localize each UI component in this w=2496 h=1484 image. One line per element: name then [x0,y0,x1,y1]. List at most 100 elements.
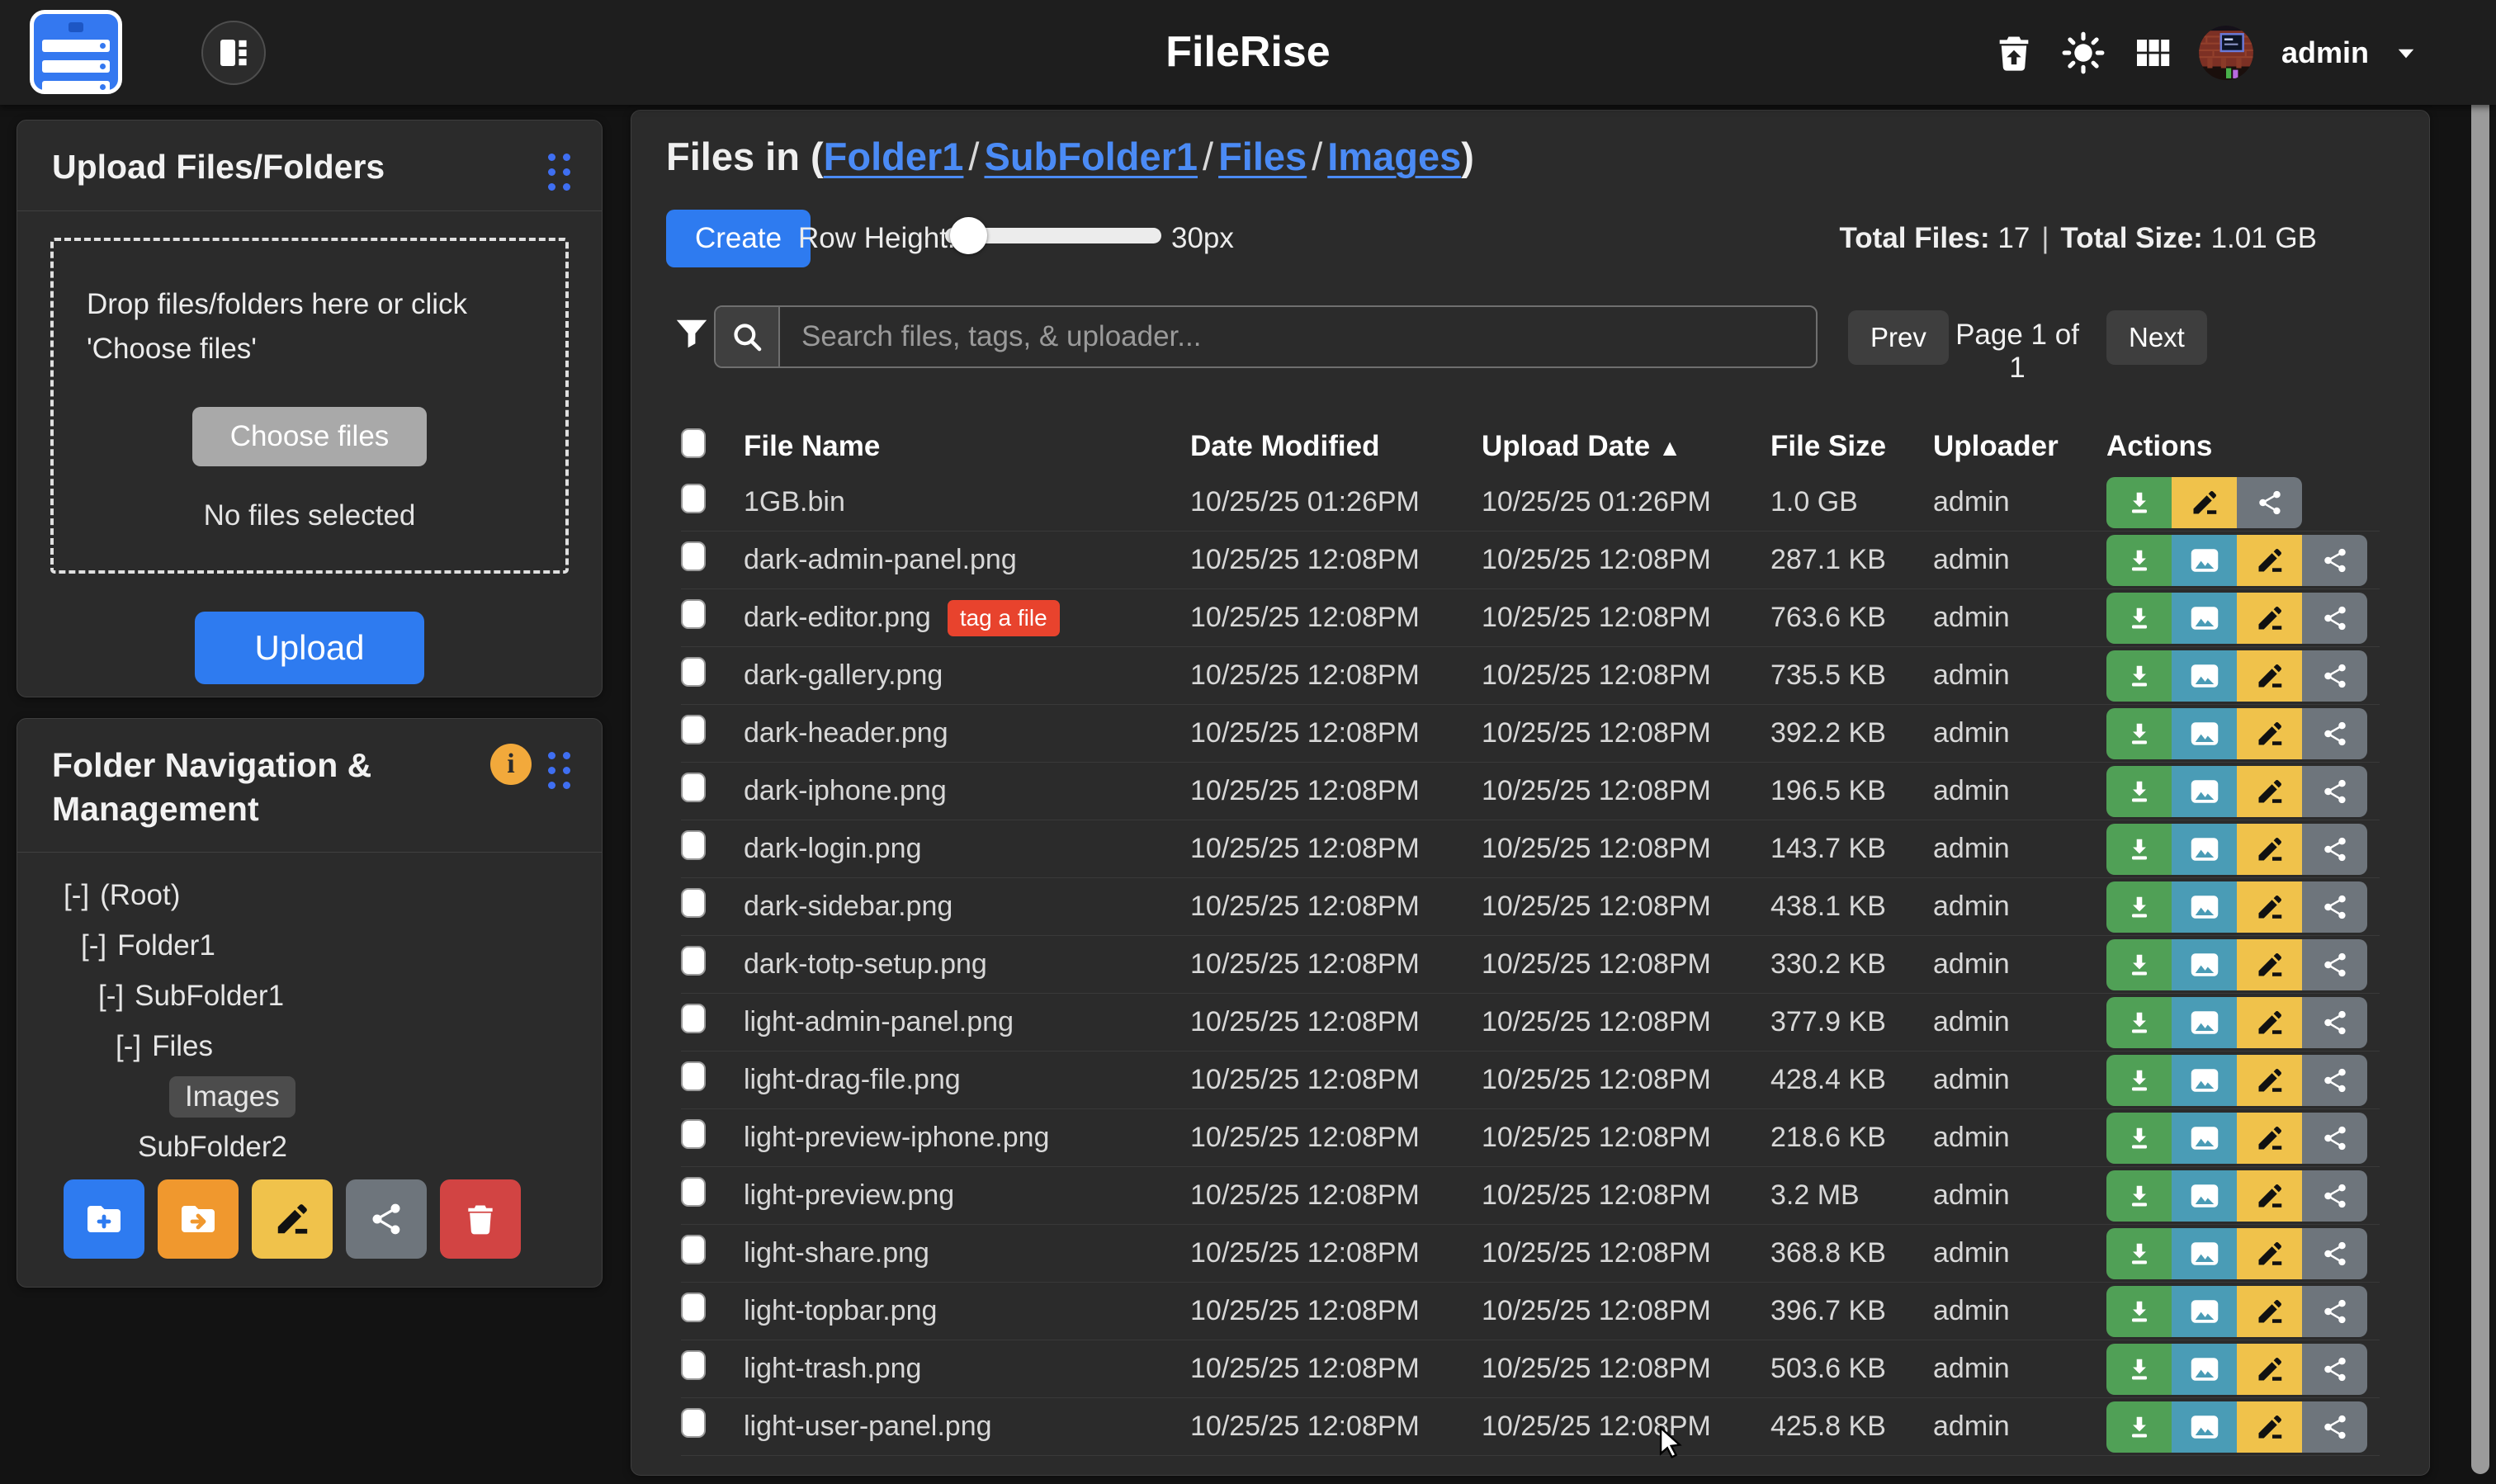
theme-toggle-button[interactable] [2060,30,2106,76]
preview-button[interactable] [2172,1113,2237,1164]
file-dropzone[interactable]: Drop files/folders here or click 'Choose… [50,238,569,574]
row-checkbox[interactable] [681,715,706,744]
share-button[interactable] [2302,766,2367,817]
folder-tree-label[interactable]: SubFolder1 [135,980,284,1013]
preview-button[interactable] [2172,708,2237,759]
download-button[interactable] [2106,881,2172,933]
preview-button[interactable] [2172,939,2237,990]
row-height-slider[interactable] [945,228,1161,243]
download-button[interactable] [2106,1170,2172,1222]
folder-tree-item[interactable]: Images [64,1072,602,1122]
preview-button[interactable] [2172,650,2237,702]
download-button[interactable] [2106,477,2172,528]
row-checkbox[interactable] [681,830,706,860]
select-all-checkbox[interactable] [681,428,706,458]
download-button[interactable] [2106,593,2172,644]
preview-button[interactable] [2172,1286,2237,1337]
column-header-date-modified[interactable]: Date Modified [1190,430,1482,463]
preview-button[interactable] [2172,1401,2237,1453]
download-button[interactable] [2106,1401,2172,1453]
share-button[interactable] [2302,650,2367,702]
preview-button[interactable] [2172,1055,2237,1106]
download-button[interactable] [2106,708,2172,759]
download-button[interactable] [2106,535,2172,586]
rename-button[interactable] [2237,1228,2302,1279]
download-button[interactable] [2106,1113,2172,1164]
folder-tree-label[interactable]: Images [169,1076,295,1118]
slider-thumb[interactable] [950,217,987,254]
row-checkbox[interactable] [681,1177,706,1207]
share-button[interactable] [2302,1344,2367,1395]
download-button[interactable] [2106,997,2172,1048]
share-button[interactable] [2302,1113,2367,1164]
row-checkbox[interactable] [681,657,706,687]
row-checkbox[interactable] [681,541,706,571]
drag-handle-icon[interactable] [548,752,570,789]
share-button[interactable] [2302,1055,2367,1106]
folder-tree-item[interactable]: [-] Files [64,1022,602,1072]
download-button[interactable] [2106,650,2172,702]
folder-tree-item[interactable]: SubFolder2 [64,1122,602,1173]
tree-collapse-toggle[interactable]: [-] [98,980,124,1013]
preview-button[interactable] [2172,593,2237,644]
rename-button[interactable] [2237,593,2302,644]
preview-button[interactable] [2172,824,2237,875]
rename-button[interactable] [2237,1286,2302,1337]
row-checkbox[interactable] [681,1061,706,1091]
preview-button[interactable] [2172,535,2237,586]
download-button[interactable] [2106,939,2172,990]
share-button[interactable] [2302,535,2367,586]
folder-tree-item[interactable]: [-] Folder1 [64,921,602,971]
preview-button[interactable] [2172,1170,2237,1222]
preview-button[interactable] [2172,1344,2237,1395]
breadcrumb-link-images[interactable]: Images [1327,135,1461,178]
info-icon[interactable]: i [490,744,532,785]
folder-tree-item[interactable]: [-] SubFolder1 [64,971,602,1022]
row-checkbox[interactable] [681,946,706,976]
preview-button[interactable] [2172,997,2237,1048]
choose-files-button[interactable]: Choose files [192,407,428,466]
share-button[interactable] [2237,477,2302,528]
rename-button[interactable] [2237,708,2302,759]
rename-button[interactable] [2237,824,2302,875]
share-folder-button[interactable] [346,1179,427,1259]
row-checkbox[interactable] [681,1119,706,1149]
share-button[interactable] [2302,1286,2367,1337]
share-button[interactable] [2302,593,2367,644]
download-button[interactable] [2106,824,2172,875]
row-checkbox[interactable] [681,1293,706,1322]
user-menu-label[interactable]: admin [2281,35,2369,70]
search-input[interactable] [780,307,1816,366]
folder-tree-item[interactable]: [-] (Root) [64,871,602,921]
breadcrumb-link-folder1[interactable]: Folder1 [824,135,964,178]
rename-folder-button[interactable] [252,1179,333,1259]
tree-collapse-toggle[interactable]: [-] [116,1030,141,1063]
column-header-file-size[interactable]: File Size [1770,430,1933,463]
folder-tree-label[interactable]: Files [152,1030,213,1063]
filter-button[interactable] [673,315,711,356]
rename-button[interactable] [2172,477,2237,528]
upload-button[interactable]: Upload [195,612,423,684]
folder-tree-label[interactable]: SubFolder2 [138,1131,287,1164]
rename-button[interactable] [2237,1055,2302,1106]
share-button[interactable] [2302,708,2367,759]
folder-tree-label[interactable]: Folder1 [117,929,215,962]
delete-folder-button[interactable] [440,1179,521,1259]
rename-button[interactable] [2237,1113,2302,1164]
next-page-button[interactable]: Next [2106,310,2207,365]
move-folder-button[interactable] [158,1179,239,1259]
avatar[interactable] [2199,26,2253,80]
share-button[interactable] [2302,824,2367,875]
folder-tree-label[interactable]: (Root) [100,879,180,912]
tag-badge[interactable]: tag a file [948,600,1060,636]
rename-button[interactable] [2237,1344,2302,1395]
share-button[interactable] [2302,881,2367,933]
row-checkbox[interactable] [681,773,706,802]
share-button[interactable] [2302,1228,2367,1279]
rename-button[interactable] [2237,1401,2302,1453]
rename-button[interactable] [2237,1170,2302,1222]
share-button[interactable] [2302,1401,2367,1453]
download-button[interactable] [2106,1344,2172,1395]
download-button[interactable] [2106,1228,2172,1279]
row-checkbox[interactable] [681,599,706,629]
